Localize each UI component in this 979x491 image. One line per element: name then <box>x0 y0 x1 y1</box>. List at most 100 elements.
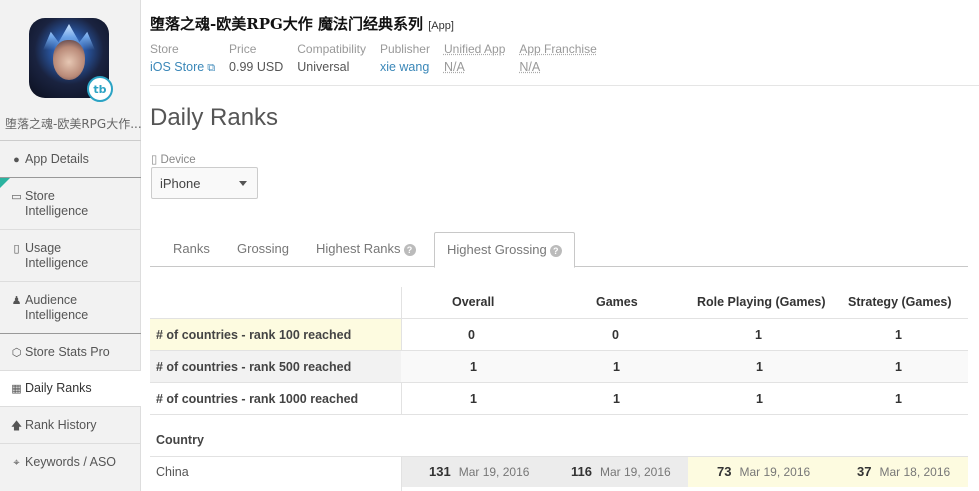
app-title-text: 堕落之魂-欧美RPG大作 魔法门经典系列 <box>150 15 424 33</box>
rank-tabs: Ranks Grossing Highest Ranks? Highest Gr… <box>150 232 968 268</box>
sidebar-item-label: Store Intelligence <box>25 189 89 218</box>
store-icon: ▭ <box>11 191 22 203</box>
rank-date: Mar 19, 2016 <box>599 465 671 479</box>
rank-date: Mar 18, 2016 <box>879 465 951 479</box>
meta-unified-value: N/A <box>443 60 465 74</box>
meta-price-label: Price <box>229 42 257 56</box>
rank-value: 131 <box>429 464 451 479</box>
sidebar-item-audience-intelligence[interactable]: ♟ Audience Intelligence <box>0 281 141 333</box>
rank-cell-overall: 131 Mar 19, 2016 <box>429 464 529 479</box>
device-icon: ▯ <box>151 154 158 166</box>
external-link-icon: ⧉ <box>207 62 216 74</box>
header-divider <box>150 85 979 86</box>
artwork-face <box>53 40 85 80</box>
caret-down-icon <box>239 181 247 186</box>
cell-role-playing: 1 <box>756 392 763 406</box>
tb-badge-icon: tb <box>87 76 113 102</box>
meta-franchise: App Franchise N/A <box>519 42 596 75</box>
meta-store: Store iOS Store ⧉ <box>150 42 215 75</box>
rank-value: 37 <box>857 464 872 479</box>
sidebar-item-keywords-aso[interactable]: ⌖ Keywords / ASO <box>0 443 141 480</box>
meta-publisher: Publisher xie wang <box>380 42 430 75</box>
rank-date: Mar 19, 2016 <box>458 465 530 479</box>
country-header: Country <box>156 433 204 447</box>
sidebar-item-usage-intelligence[interactable]: ▯ Usage Intelligence <box>0 229 141 281</box>
country-header-row: Country <box>150 415 968 456</box>
tab-highest-grossing[interactable]: Highest Grossing? <box>434 232 575 268</box>
table-row: # of countries - rank 100 reached 0 0 1 … <box>150 319 968 351</box>
app-type-tag: [App] <box>428 20 454 32</box>
table-row: # of countries - rank 500 reached 1 1 1 … <box>150 351 968 383</box>
page-title: Daily Ranks <box>150 104 279 131</box>
sidebar-item-label: Audience Intelligence <box>25 293 89 322</box>
help-icon[interactable]: ? <box>549 245 562 257</box>
sidebar-nav: ● App Details ▭ Store Intelligence ▯ Usag… <box>0 140 142 480</box>
sidebar: tb 堕落之魂-欧美RPG大作... ● App Details ▭ Store… <box>0 0 142 491</box>
cell-role-playing: 1 <box>756 360 763 374</box>
col-header-strategy: Strategy (Games) <box>848 295 952 309</box>
meta-publisher-link[interactable]: xie wang <box>380 60 430 74</box>
app-icon[interactable]: tb <box>29 18 113 102</box>
cell-games: 1 <box>613 392 620 406</box>
tab-highest-ranks[interactable]: Highest Ranks? <box>316 241 416 256</box>
rank-value: 73 <box>717 464 732 479</box>
row-label: # of countries - rank 1000 reached <box>156 392 359 406</box>
person-icon: ♟ <box>11 295 22 307</box>
cell-overall: 0 <box>468 328 475 342</box>
calendar-icon: ▦ <box>11 383 22 395</box>
help-icon[interactable]: ? <box>403 244 416 256</box>
keyword-icon: ⌖ <box>13 457 20 469</box>
sidebar-item-label: Rank History <box>25 418 97 432</box>
rank-value: 116 <box>571 464 592 479</box>
col-header-overall: Overall <box>452 295 495 309</box>
meta-compat-label: Compatibility <box>297 42 366 56</box>
sidebar-item-label: Keywords / ASO <box>25 455 117 469</box>
meta-store-link[interactable]: iOS Store ⧉ <box>150 60 215 75</box>
tab-ranks[interactable]: Ranks <box>173 241 210 256</box>
cell-overall: 1 <box>470 392 477 406</box>
cell-strategy: 1 <box>895 328 902 342</box>
meta-publisher-label: Publisher <box>379 42 430 56</box>
cell-games: 0 <box>612 328 619 342</box>
tab-grossing[interactable]: Grossing <box>237 241 289 256</box>
info-icon: ● <box>13 154 20 166</box>
col-header-role-playing: Role Playing (Games) <box>697 295 826 309</box>
cell-strategy: 1 <box>895 392 902 406</box>
sidebar-item-store-intelligence[interactable]: ▭ Store Intelligence <box>0 177 141 229</box>
sidebar-item-daily-ranks[interactable]: ▦ Daily Ranks <box>0 370 142 406</box>
sidebar-item-label: Usage Intelligence <box>25 241 89 270</box>
meta-unified-label: Unified App <box>443 42 506 56</box>
col-header-games: Games <box>596 295 638 309</box>
device-select[interactable]: iPhone <box>151 167 258 199</box>
rank-cell-strategy: 37 Mar 18, 2016 <box>857 464 950 479</box>
hexagon-icon: ⬡ <box>11 347 22 359</box>
tab-label: Highest Grossing <box>447 242 547 257</box>
cell-strategy: 1 <box>895 360 902 374</box>
row-label: # of countries - rank 500 reached <box>156 360 352 374</box>
meta-franchise-label: App Franchise <box>519 42 597 56</box>
meta-unified: Unified App N/A <box>444 42 505 75</box>
country-name: China <box>156 465 189 479</box>
meta-price: Price 0.99 USD <box>229 42 283 75</box>
sidebar-item-label: Store Stats Pro <box>25 345 110 359</box>
sidebar-item-app-details[interactable]: ● App Details <box>0 140 141 177</box>
cell-role-playing: 1 <box>755 328 762 342</box>
device-label-text: Device <box>160 154 196 166</box>
device-usage-icon: ▯ <box>13 243 20 255</box>
tab-label: Highest Ranks <box>316 241 401 256</box>
sidebar-item-label: App Details <box>25 152 89 166</box>
table-row[interactable]: China 131 Mar 19, 2016 116 Mar 19, 2016 73… <box>150 457 968 487</box>
rank-date: Mar 19, 2016 <box>739 465 811 479</box>
sidebar-item-store-stats-pro[interactable]: ⬡ Store Stats Pro <box>0 333 141 370</box>
device-select-value: iPhone <box>160 176 201 191</box>
rank-cell-games: 116 Mar 19, 2016 <box>571 464 671 479</box>
meta-store-value: iOS Store <box>150 60 205 74</box>
row-label: # of countries - rank 100 reached <box>156 328 352 342</box>
meta-compat: Compatibility Universal <box>297 42 366 75</box>
table-row: # of countries - rank 1000 reached 1 1 1… <box>150 383 968 415</box>
sidebar-item-rank-history[interactable]: 🡅 Rank History <box>0 406 141 443</box>
meta-franchise-value: N/A <box>519 60 541 74</box>
table-header-row: Overall Games Role Playing (Games) Strat… <box>150 287 968 319</box>
meta-price-value: 0.99 USD <box>229 60 284 74</box>
arrow-up-icon: 🡅 <box>10 420 23 432</box>
